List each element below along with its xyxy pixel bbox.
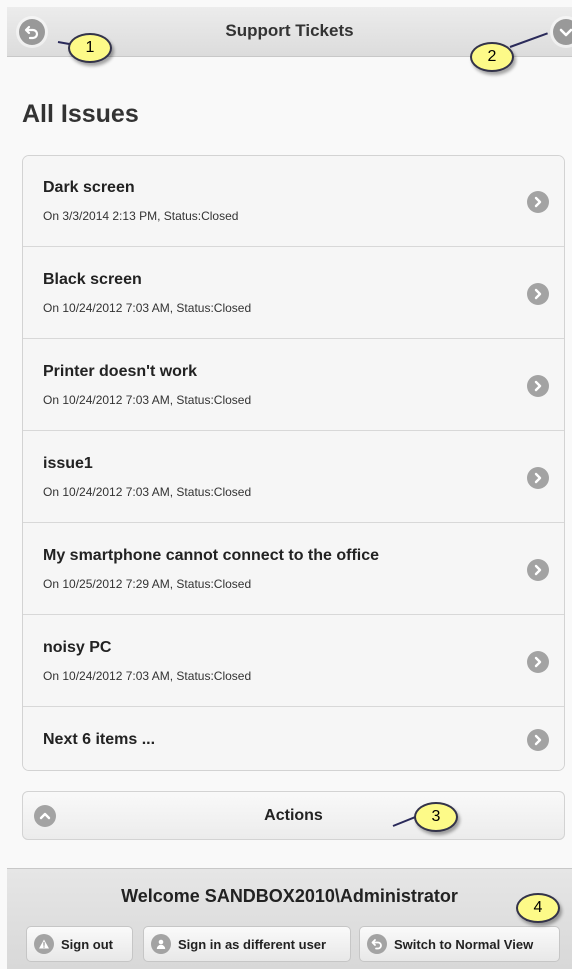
item-title: Dark screen — [43, 179, 135, 196]
callout-3: 3 — [414, 802, 458, 832]
chevron-right-icon — [527, 375, 549, 397]
item-subtitle: On 10/24/2012 7:03 AM, Status:Closed — [43, 301, 252, 315]
sign-in-different-user-label: Sign in as different user — [178, 936, 327, 952]
footer: Welcome SANDBOX2010\Administrator Sign o… — [7, 868, 572, 969]
switch-to-normal-view-label: Switch to Normal View — [394, 936, 534, 952]
chevron-down-icon[interactable] — [553, 19, 572, 45]
list-item[interactable]: Dark screen On 3/3/2014 2:13 PM, Status:… — [23, 156, 564, 247]
sign-in-different-user-button[interactable]: Sign in as different user — [143, 926, 351, 962]
next-items-link[interactable]: Next 6 items ... — [23, 707, 564, 770]
issues-list: Dark screen On 3/3/2014 2:13 PM, Status:… — [22, 155, 565, 771]
welcome-message: Welcome SANDBOX2010\Administrator — [121, 886, 458, 906]
item-title: noisy PC — [43, 639, 112, 656]
chevron-right-icon — [527, 283, 549, 305]
list-item[interactable]: Printer doesn't work On 10/24/2012 7:03 … — [23, 339, 564, 431]
item-subtitle: On 10/25/2012 7:29 AM, Status:Closed — [43, 577, 252, 591]
back-arrow-icon — [367, 934, 387, 954]
item-title: issue1 — [43, 455, 93, 472]
sign-out-label: Sign out — [61, 936, 113, 952]
chevron-right-icon — [527, 729, 549, 751]
list-item[interactable]: Black screen On 10/24/2012 7:03 AM, Stat… — [23, 247, 564, 339]
sign-out-button[interactable]: Sign out — [26, 926, 133, 962]
actions-label: Actions — [264, 807, 323, 824]
callout-2: 2 — [470, 42, 514, 72]
item-subtitle: On 3/3/2014 2:13 PM, Status:Closed — [43, 209, 239, 223]
callout-1: 1 — [68, 33, 112, 63]
actions-collapsible[interactable]: Actions — [22, 791, 565, 840]
list-item[interactable]: noisy PC On 10/24/2012 7:03 AM, Status:C… — [23, 615, 564, 707]
chevron-right-icon — [527, 651, 549, 673]
item-subtitle: On 10/24/2012 7:03 AM, Status:Closed — [43, 393, 252, 407]
chevron-right-icon — [527, 559, 549, 581]
list-item[interactable]: issue1 On 10/24/2012 7:03 AM, Status:Clo… — [23, 431, 564, 523]
item-subtitle: On 10/24/2012 7:03 AM, Status:Closed — [43, 485, 252, 499]
next-items-label: Next 6 items ... — [43, 731, 156, 748]
item-title: Printer doesn't work — [43, 363, 198, 380]
item-title: My smartphone cannot connect to the offi… — [43, 547, 380, 564]
page-title: All Issues — [22, 100, 139, 128]
chevron-right-icon — [527, 191, 549, 213]
chevron-right-icon — [527, 467, 549, 489]
item-title: Black screen — [43, 271, 142, 288]
callout-4: 4 — [516, 893, 560, 923]
switch-to-normal-view-button[interactable]: Switch to Normal View — [359, 926, 560, 962]
list-item[interactable]: My smartphone cannot connect to the offi… — [23, 523, 564, 615]
user-icon — [151, 934, 171, 954]
item-subtitle: On 10/24/2012 7:03 AM, Status:Closed — [43, 669, 252, 683]
warning-icon — [34, 934, 54, 954]
